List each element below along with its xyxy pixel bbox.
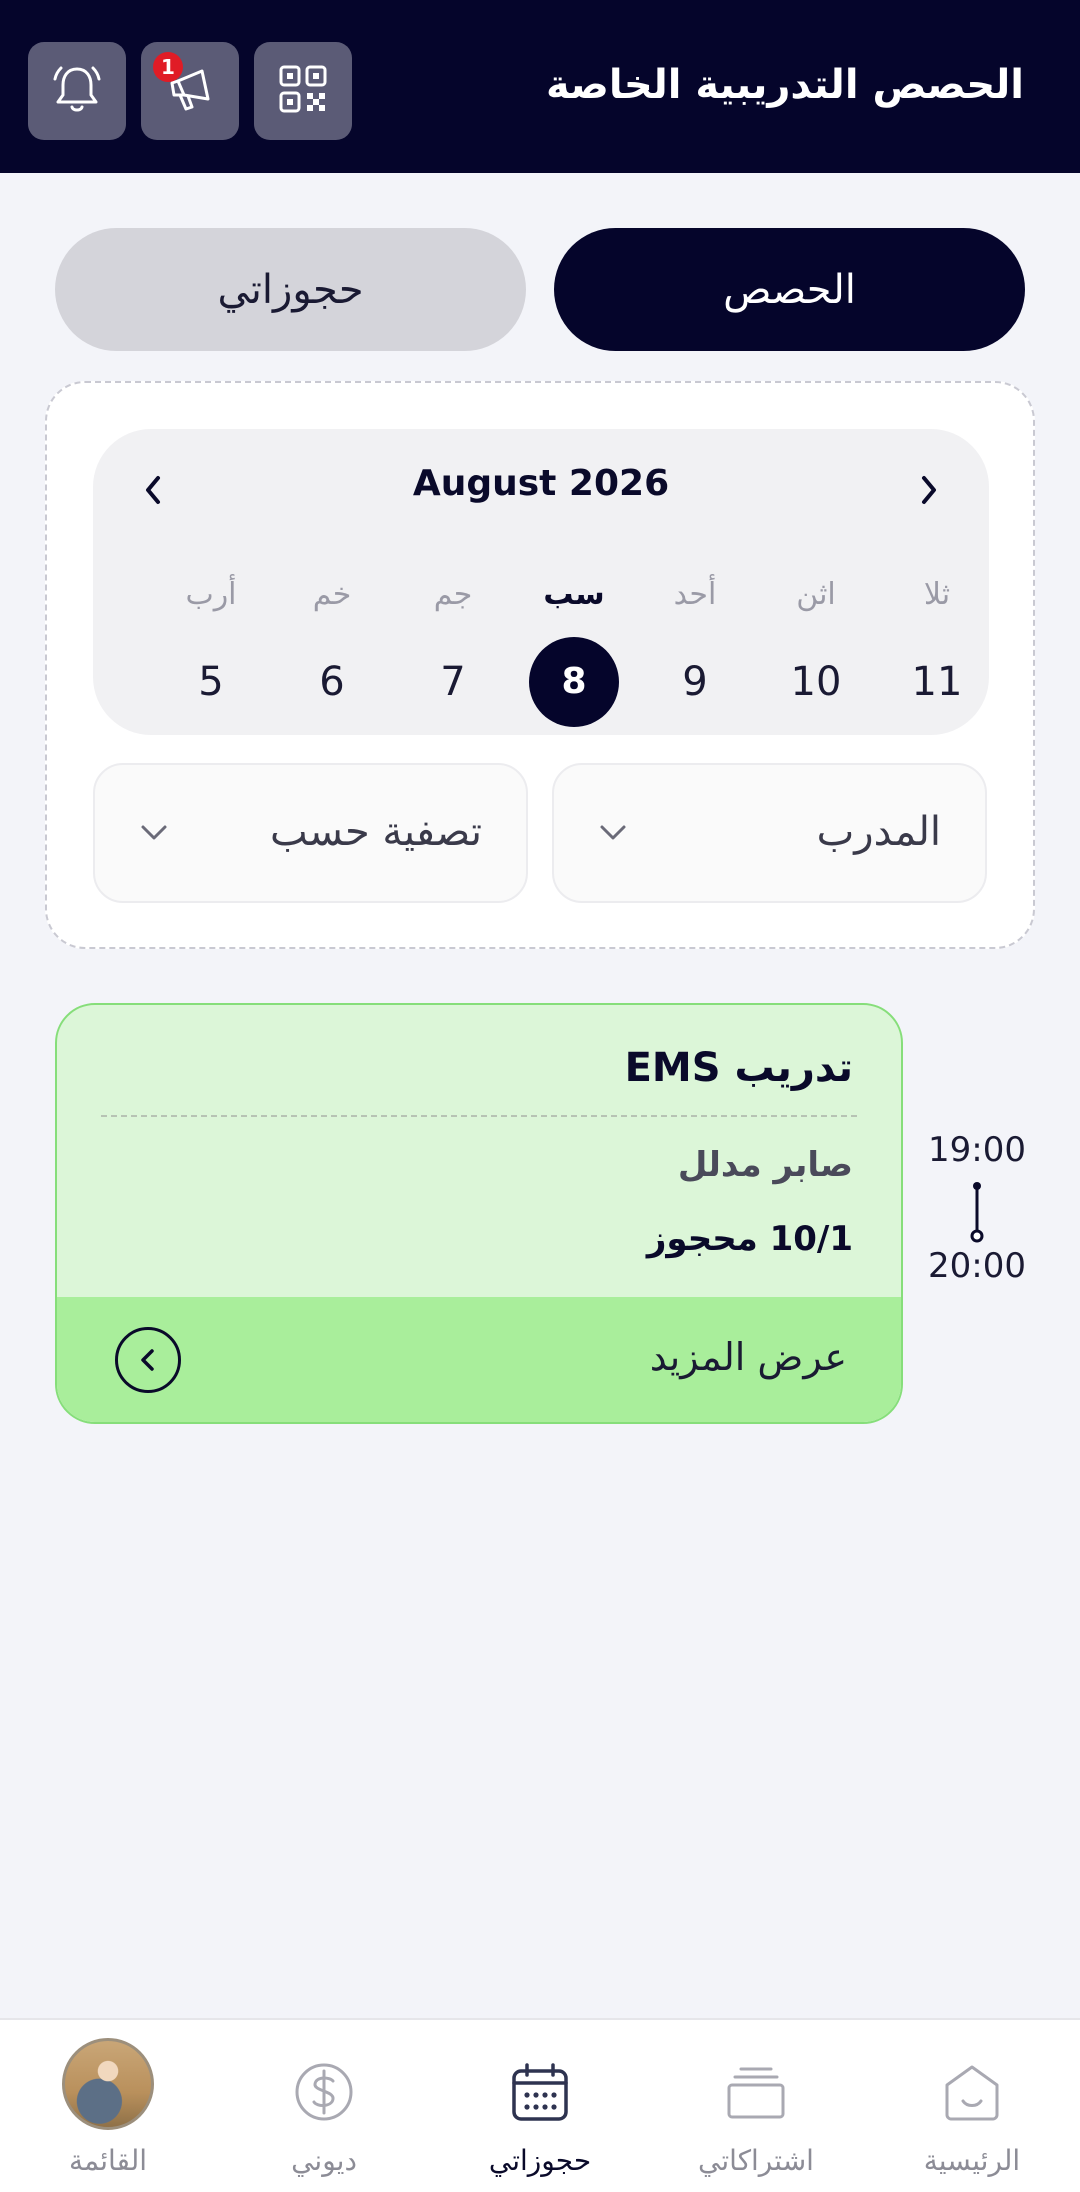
page-title: الحصص التدريبية الخاصة	[545, 62, 1024, 108]
nav-my-bookings-label: حجوزاتي	[488, 2144, 592, 2177]
nav-subscriptions[interactable]: اشتراكاتي	[648, 2020, 864, 2192]
show-more-button[interactable]	[115, 1327, 181, 1393]
chevron-down-icon	[600, 825, 626, 840]
day-button[interactable]: 10	[771, 637, 861, 727]
session-card[interactable]: تدريب EMS صابر مدلل 10/1 محجوز عرض المزي…	[55, 1003, 903, 1424]
notification-badge: 1	[153, 52, 183, 82]
day-name: خم	[312, 577, 352, 612]
nav-debts[interactable]: ديوني	[216, 2020, 432, 2192]
qr-code-button[interactable]	[254, 42, 352, 140]
trainer-dropdown-label: المدرب	[816, 809, 941, 855]
tab-my-bookings[interactable]: حجوزاتي	[55, 228, 526, 351]
day-name: جم	[433, 577, 473, 612]
session-booked-count: 10/1 محجوز	[646, 1219, 853, 1259]
day-name: أحد	[673, 577, 717, 612]
filter-by-dropdown-label: تصفية حسب	[270, 809, 482, 855]
notifications-button[interactable]	[28, 42, 126, 140]
avatar	[62, 2038, 154, 2130]
day-name: أرب	[185, 577, 237, 612]
dollar-icon	[282, 2050, 366, 2134]
bell-icon	[47, 59, 107, 123]
tab-sessions[interactable]: الحصص	[554, 228, 1025, 351]
qr-code-icon	[273, 59, 333, 123]
nav-home[interactable]: الرئيسية	[864, 2020, 1080, 2192]
calendar-icon	[498, 2050, 582, 2134]
announcements-button[interactable]: 1	[141, 42, 239, 140]
chevron-left-icon	[141, 1349, 154, 1371]
subscriptions-icon	[714, 2050, 798, 2134]
filter-by-dropdown[interactable]: تصفية حسب	[93, 763, 528, 903]
session-title: تدريب EMS	[624, 1045, 853, 1091]
header: 1 الحصص التدريبية الخاصة	[0, 0, 1080, 173]
bottom-nav: الرئيسية اشتراكاتي حجوزاتي ديوني القائمة	[0, 2018, 1080, 2192]
next-week-button[interactable]	[909, 465, 949, 515]
nav-home-label: الرئيسية	[923, 2144, 1021, 2177]
day-button[interactable]: 6	[287, 637, 377, 727]
filter-card: August 2026 ثلا اثن أحد سب جم خم أرب 11 …	[45, 381, 1035, 949]
chevron-right-icon	[922, 476, 936, 504]
day-name-selected: سب	[543, 577, 605, 612]
day-button[interactable]: 5	[166, 637, 256, 727]
nav-my-bookings[interactable]: حجوزاتي	[432, 2020, 648, 2192]
show-more-label: عرض المزيد	[649, 1335, 847, 1379]
session-trainer: صابر مدلل	[677, 1145, 853, 1185]
nav-debts-label: ديوني	[291, 2144, 357, 2177]
nav-menu[interactable]: القائمة	[0, 2020, 216, 2192]
calendar-month: August 2026	[412, 463, 670, 504]
day-name: ثلا	[923, 577, 951, 612]
session-footer[interactable]: عرض المزيد	[57, 1297, 901, 1422]
page: 1 الحصص التدريبية الخاصة الحصص حجوزاتي A…	[0, 0, 1080, 2192]
home-icon	[930, 2050, 1014, 2134]
day-button[interactable]: 9	[650, 637, 740, 727]
day-button[interactable]: 7	[408, 637, 498, 727]
week-calendar: August 2026 ثلا اثن أحد سب جم خم أرب 11 …	[93, 429, 989, 735]
nav-menu-label: القائمة	[69, 2144, 147, 2177]
session-end-time: 20:00	[928, 1246, 1026, 1286]
chevron-down-icon	[141, 825, 167, 840]
nav-subscriptions-label: اشتراكاتي	[698, 2144, 814, 2177]
day-button-selected[interactable]: 8	[529, 637, 619, 727]
day-button[interactable]: 11	[892, 637, 982, 727]
time-range-line	[970, 1182, 984, 1243]
day-name: اثن	[796, 577, 836, 612]
trainer-dropdown[interactable]: المدرب	[552, 763, 987, 903]
divider	[101, 1115, 857, 1117]
session-start-time: 19:00	[928, 1130, 1026, 1170]
